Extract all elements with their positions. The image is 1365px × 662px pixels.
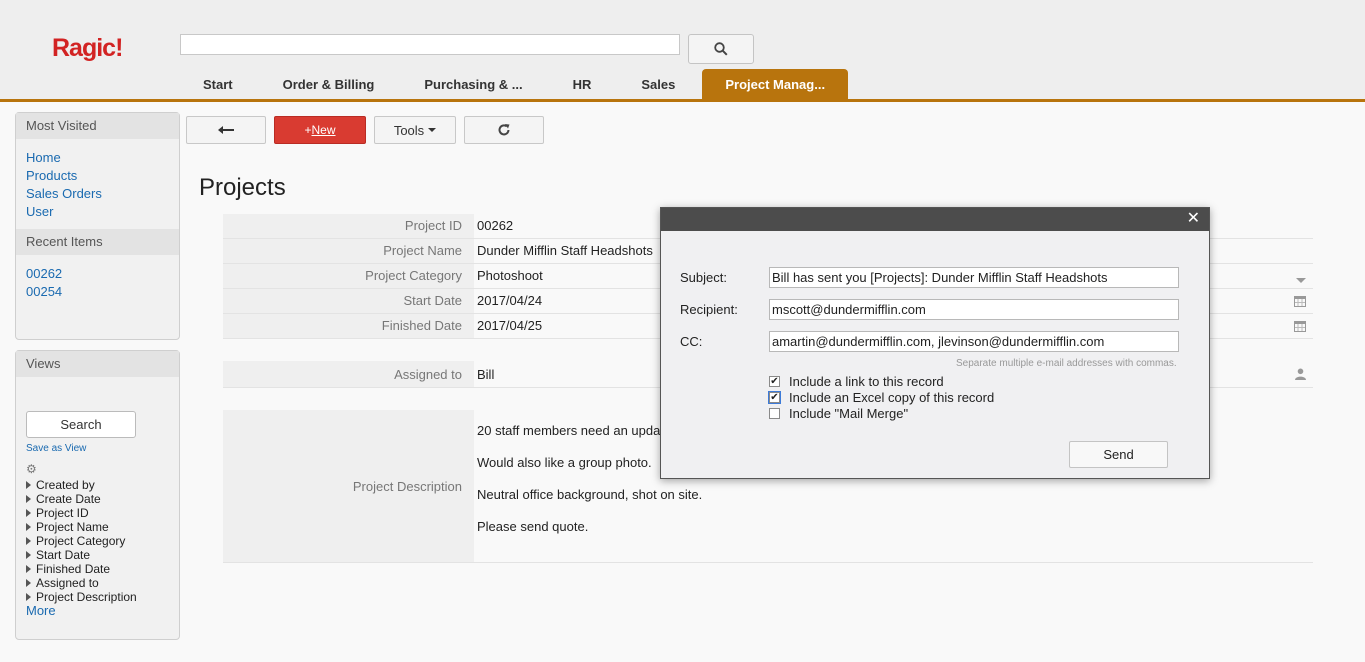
option-label: Include an Excel copy of this record	[789, 390, 995, 405]
checkbox-checked[interactable]: ✔	[768, 391, 781, 404]
new-prefix: +	[304, 123, 312, 137]
send-email-dialog: ✕ Subject: Bill has sent you [Projects]:…	[660, 207, 1210, 479]
views-heading: Views	[16, 351, 179, 377]
tab-purchasing[interactable]: Purchasing & ...	[399, 69, 547, 99]
most-visited-products[interactable]: Products	[26, 167, 169, 185]
expand-arrow-icon	[26, 579, 31, 587]
send-button[interactable]: Send	[1069, 441, 1168, 468]
sidebar-shortcuts-panel: Most Visited Home Products Sales Orders …	[15, 112, 180, 340]
cc-hint: Separate multiple e-mail addresses with …	[956, 358, 1177, 369]
caret-down-icon	[428, 128, 437, 132]
most-visited-home[interactable]: Home	[26, 149, 169, 167]
new-label: New	[311, 123, 336, 137]
tools-label: Tools	[393, 122, 425, 138]
expand-arrow-icon	[26, 593, 31, 601]
dialog-title-bar: ✕	[661, 208, 1209, 231]
save-as-view-link[interactable]: Save as View	[26, 443, 179, 454]
tab-start[interactable]: Start	[178, 69, 258, 99]
gear-icon[interactable]: ⚙	[26, 462, 179, 476]
description-line: Please send quote.	[477, 519, 589, 534]
cc-label: CC:	[680, 334, 703, 349]
calendar-icon[interactable]	[1294, 320, 1306, 335]
field-value[interactable]: 2017/04/24	[477, 289, 542, 313]
recent-items-heading: Recent Items	[16, 229, 179, 255]
most-visited-list: Home Products Sales Orders User	[16, 139, 179, 229]
most-visited-sales-orders[interactable]: Sales Orders	[26, 185, 169, 203]
calendar-icon[interactable]	[1294, 295, 1306, 310]
option-include-excel[interactable]: ✔ Include an Excel copy of this record	[768, 390, 995, 405]
field-label: Project ID	[223, 214, 474, 238]
field-label: Project Category	[223, 264, 474, 288]
dropdown-arrow-icon[interactable]	[1296, 272, 1306, 286]
view-field-start-date[interactable]: Start Date	[26, 548, 179, 562]
checkbox-unchecked[interactable]	[769, 408, 780, 419]
recipient-field[interactable]: mscott@dundermifflin.com	[769, 299, 1179, 320]
recent-item-00262[interactable]: 00262	[26, 265, 169, 283]
field-value[interactable]: 2017/04/25	[477, 314, 542, 338]
expand-arrow-icon	[26, 537, 31, 545]
tools-dropdown-button[interactable]: Tools	[374, 116, 456, 144]
expand-arrow-icon	[26, 481, 31, 489]
view-field-list: Created by Create Date Project ID Projec…	[16, 476, 179, 618]
module-tabs: Start Order & Billing Purchasing & ... H…	[178, 69, 849, 99]
app-logo[interactable]: Ragic!	[52, 34, 123, 63]
most-visited-user[interactable]: User	[26, 203, 169, 221]
refresh-button[interactable]	[464, 116, 544, 144]
search-button[interactable]	[688, 34, 754, 64]
view-field-finished-date[interactable]: Finished Date	[26, 562, 179, 576]
subject-field[interactable]: Bill has sent you [Projects]: Dunder Mif…	[769, 267, 1179, 288]
close-icon[interactable]: ✕	[1187, 210, 1200, 228]
user-icon[interactable]	[1295, 368, 1306, 383]
view-field-assigned-to[interactable]: Assigned to	[26, 576, 179, 590]
cc-field[interactable]: amartin@dundermifflin.com, jlevinson@dun…	[769, 331, 1179, 352]
recent-items-list: 00262 00254	[16, 255, 179, 309]
option-label: Include a link to this record	[789, 374, 944, 389]
field-value[interactable]: Photoshoot	[477, 264, 543, 288]
most-visited-heading: Most Visited	[16, 113, 179, 139]
field-value[interactable]: Dunder Mifflin Staff Headshots	[477, 239, 653, 263]
new-record-button[interactable]: + New	[274, 116, 366, 144]
field-label: Start Date	[223, 289, 474, 313]
top-header: Ragic! Start Order & Billing Purchasing …	[0, 0, 1365, 102]
tab-sales[interactable]: Sales	[616, 69, 700, 99]
refresh-icon	[498, 124, 510, 136]
subject-label: Subject:	[680, 270, 727, 285]
expand-arrow-icon	[26, 509, 31, 517]
option-include-link[interactable]: ✔ Include a link to this record	[769, 374, 944, 389]
views-search-button[interactable]: Search	[26, 411, 136, 438]
view-field-created-by[interactable]: Created by	[26, 478, 179, 492]
view-field-project-id[interactable]: Project ID	[26, 506, 179, 520]
views-more-link[interactable]: More	[26, 604, 179, 618]
field-value[interactable]: Bill	[477, 361, 494, 388]
expand-arrow-icon	[26, 551, 31, 559]
back-button[interactable]	[186, 116, 266, 144]
search-icon	[714, 42, 728, 56]
page-title: Projects	[199, 174, 286, 201]
global-search-input[interactable]	[180, 34, 680, 55]
checkbox-checked[interactable]: ✔	[769, 376, 780, 387]
view-field-create-date[interactable]: Create Date	[26, 492, 179, 506]
view-field-project-category[interactable]: Project Category	[26, 534, 179, 548]
expand-arrow-icon	[26, 565, 31, 573]
arrow-left-icon	[218, 126, 234, 134]
view-field-project-name[interactable]: Project Name	[26, 520, 179, 534]
views-panel: Views Search Save as View ⚙ Created by C…	[15, 350, 180, 640]
recipient-label: Recipient:	[680, 302, 738, 317]
field-label: Assigned to	[223, 361, 474, 387]
tab-project-management[interactable]: Project Manag...	[702, 69, 849, 99]
expand-arrow-icon	[26, 523, 31, 531]
expand-arrow-icon	[26, 495, 31, 503]
option-label: Include "Mail Merge"	[789, 406, 909, 421]
field-value[interactable]: 00262	[477, 214, 513, 238]
field-label: Project Name	[223, 239, 474, 263]
recent-item-00254[interactable]: 00254	[26, 283, 169, 301]
description-line: Neutral office background, shot on site.	[477, 487, 703, 502]
tab-order-billing[interactable]: Order & Billing	[258, 69, 400, 99]
view-field-project-description[interactable]: Project Description	[26, 590, 179, 604]
field-label: Project Description	[223, 410, 474, 562]
tab-hr[interactable]: HR	[548, 69, 617, 99]
field-label: Finished Date	[223, 314, 474, 338]
option-include-mail-merge[interactable]: Include "Mail Merge"	[769, 406, 908, 421]
